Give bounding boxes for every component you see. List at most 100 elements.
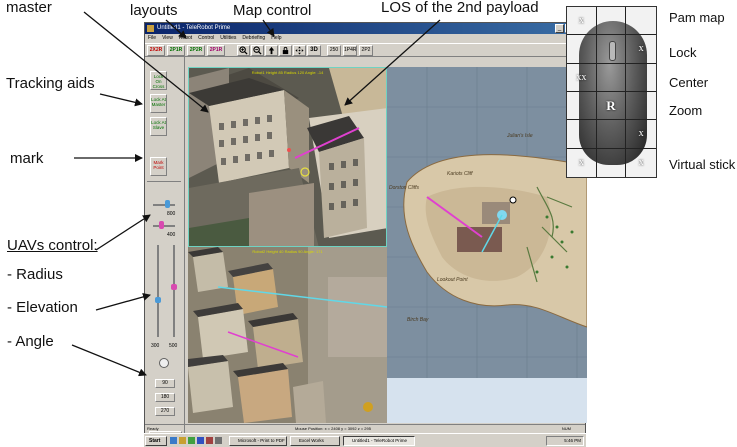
zoom-out-button[interactable] — [251, 45, 264, 56]
zoom-level-field[interactable]: 250 — [327, 45, 341, 56]
annotation-uav-control: UAVs control: — [7, 237, 98, 254]
menu-help[interactable]: Help — [271, 34, 281, 43]
menu-debriefing[interactable]: Debriefing — [242, 34, 265, 43]
map-label-dorston: Dorston Cliffs — [389, 185, 420, 191]
angle-180-button[interactable]: 180 — [155, 393, 175, 402]
layout-view-button-1[interactable]: 1P4R — [343, 45, 357, 56]
center-map-button[interactable] — [293, 45, 306, 56]
arrow-up-icon — [268, 46, 275, 55]
quicklaunch-folder-icon[interactable] — [179, 437, 186, 444]
menu-control[interactable]: Control — [198, 34, 214, 43]
quicklaunch-app-icon[interactable] — [206, 437, 213, 444]
task-telerobot[interactable]: Untitled1 - TeleRobot Prime — [343, 436, 415, 446]
menu-robot[interactable]: Robot — [179, 34, 192, 43]
radius-slider-track-2[interactable] — [153, 225, 175, 227]
angle-270-button[interactable]: 270 — [155, 407, 175, 416]
start-button[interactable]: Start — [145, 436, 167, 446]
mouse-mapping-inset: x x xx R x x x — [566, 6, 657, 178]
mouse-cell — [596, 7, 627, 36]
arrow-radius — [95, 214, 151, 251]
master-view[interactable]: Robot1 Height 85 Radius 120 Angle: -14 — [188, 67, 387, 247]
mouse-cell: x — [567, 148, 597, 177]
zoom-in-icon — [239, 46, 248, 55]
layout-view-button-2[interactable]: 2P2 — [359, 45, 373, 56]
menu-view[interactable]: View — [162, 34, 173, 43]
layout-button-4[interactable]: 2P1R — [207, 45, 225, 56]
mouse-cell: x — [567, 7, 597, 36]
lock-at-slave-button[interactable]: Lock At Slave — [150, 117, 167, 136]
map-label-lookout: Lookout Point — [437, 277, 468, 283]
annotation-center: Center — [669, 75, 709, 90]
arrow-tracking-aids — [99, 93, 143, 107]
quicklaunch-desktop-icon[interactable] — [215, 437, 222, 444]
lock-icon — [282, 46, 289, 55]
layout-button-1[interactable]: 2X2R — [147, 45, 165, 56]
layout-button-3[interactable]: 2P2R — [187, 45, 205, 56]
mouse-cell: x — [626, 120, 656, 149]
second-scene — [188, 247, 387, 423]
layout-button-2[interactable]: 2P1R — [167, 45, 185, 56]
3d-view-button[interactable]: 3D — [307, 45, 321, 56]
radius-mid-value: 400 — [167, 232, 176, 238]
annotation-los: LOS of the 2nd payload — [381, 0, 539, 16]
title-bar: Untitled1 - TeleRobot Prime _ □ × — [145, 23, 585, 34]
task-excel-works[interactable]: Excel Works — [290, 436, 340, 446]
angle-dial[interactable] — [159, 358, 169, 368]
annotation-elevation: - Elevation — [7, 299, 78, 316]
elevation-right-value: 500 — [169, 343, 178, 349]
mouse-cell — [567, 92, 597, 121]
quicklaunch-word-icon[interactable] — [197, 437, 204, 444]
master-scene — [189, 68, 386, 246]
status-ready: Ready — [147, 426, 159, 431]
lock-map-button[interactable] — [279, 45, 292, 56]
lock-on-cross-button[interactable]: Lock On Cross — [150, 71, 167, 90]
radius-slider-track[interactable] — [153, 204, 175, 206]
mouse-cell: x — [626, 35, 656, 64]
app-icon — [147, 25, 154, 32]
quicklaunch-excel-icon[interactable] — [188, 437, 195, 444]
quicklaunch-ie-icon[interactable] — [170, 437, 177, 444]
north-up-button[interactable] — [265, 45, 278, 56]
mouse-cell — [567, 120, 597, 149]
mouse-cell — [626, 64, 656, 92]
elevation-knob-left[interactable] — [155, 297, 161, 303]
minimize-button[interactable]: _ — [555, 24, 564, 33]
arrow-angle — [71, 344, 147, 377]
annotation-mark: mark — [10, 150, 44, 167]
radius-slider-knob-2[interactable] — [159, 221, 164, 229]
taskbar: Start Microsoft - Print to PDF Excel Wor… — [144, 433, 586, 447]
radius-slider-knob[interactable] — [165, 200, 170, 208]
radius-top-value: 800 — [167, 211, 176, 217]
annotation-lock: Lock — [669, 45, 697, 60]
elevation-slider-right[interactable] — [173, 245, 175, 337]
annotation-pam-map: Pam map — [669, 10, 725, 25]
mouse-cell — [596, 35, 627, 64]
second-view[interactable]: Robot2 Height 40 Radius 90 Angle: 171 — [188, 247, 387, 423]
status-bar: Ready Mouse Position: x = 2408 y = 3092 … — [145, 424, 585, 432]
toolbar: 2X2R 2P1R 2P2R 2P1R 3D 250 1P4R 2P2 — [145, 43, 585, 57]
annotation-layouts: layouts — [130, 2, 178, 19]
lock-at-master-button[interactable]: Lock At Master — [150, 94, 167, 113]
menu-utilities[interactable]: Utilities — [220, 34, 236, 43]
elevation-slider-left[interactable] — [157, 245, 159, 337]
mouse-cell — [626, 7, 656, 36]
mark-point-button[interactable]: Mark Point — [150, 157, 167, 176]
map-view[interactable]: Julian's Isle Kariots Cliff Dorston Clif… — [387, 67, 587, 378]
taskbar-clock: 5:46 PM — [546, 436, 584, 446]
map-label-kariots: Kariots Cliff — [447, 171, 473, 177]
map-label-birch: Birch Bay — [407, 317, 429, 323]
control-panel: Lock On Cross Lock At Master Lock At Sla… — [145, 57, 185, 441]
menu-file[interactable]: File — [148, 34, 156, 43]
annotation-tracking-aids: Tracking aids — [6, 75, 95, 92]
annotation-angle: - Angle — [7, 333, 54, 350]
elevation-knob-right[interactable] — [171, 284, 177, 290]
elevation-left-value: 300 — [151, 343, 160, 349]
panel-divider — [147, 181, 181, 182]
map-label-julians: Julian's Isle — [507, 133, 533, 139]
annotation-radius: - Radius — [7, 266, 63, 283]
zoom-in-button[interactable] — [237, 45, 250, 56]
annotation-master: master — [6, 0, 52, 16]
angle-90-button[interactable]: 90 — [155, 379, 175, 388]
task-print-pdf[interactable]: Microsoft - Print to PDF — [229, 436, 287, 446]
mouse-cell — [567, 35, 597, 64]
